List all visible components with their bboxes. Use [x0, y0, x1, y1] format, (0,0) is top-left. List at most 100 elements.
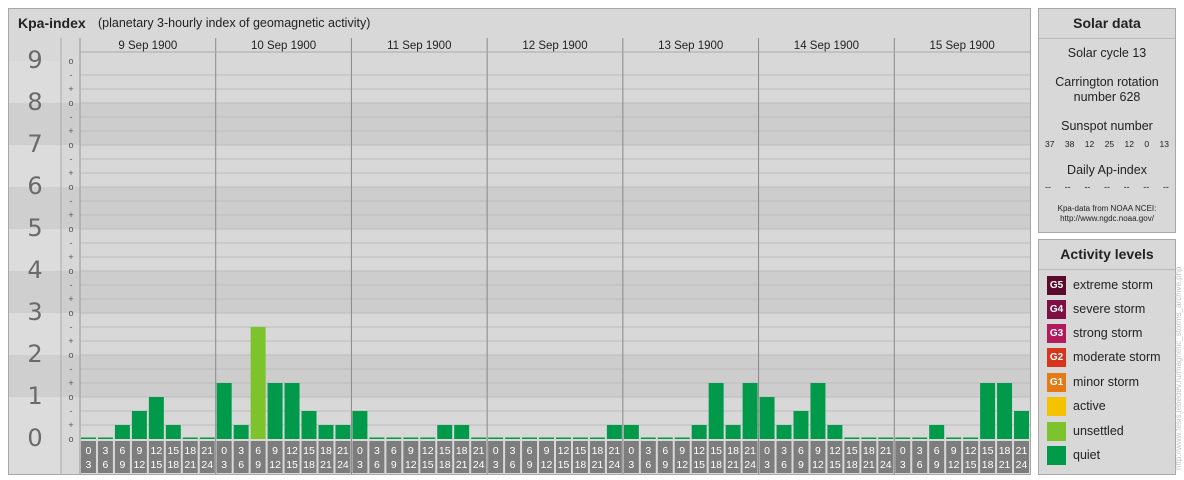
hour-start-label: 0	[221, 445, 227, 457]
hour-end-label: 9	[391, 459, 397, 471]
hour-start-label: 9	[136, 445, 142, 457]
hour-start-label: 9	[951, 445, 957, 457]
ap-value: --	[1103, 182, 1110, 192]
hour-start-label: 9	[679, 445, 685, 457]
y-tick-label: 8	[27, 88, 42, 116]
kp-band	[9, 271, 1030, 313]
ap-value: --	[1162, 182, 1169, 192]
hour-start-label: 6	[662, 445, 668, 457]
kp-bar	[1014, 410, 1029, 439]
kp-bar	[980, 383, 996, 439]
hour-start-label: 21	[473, 445, 485, 457]
kp-bar	[997, 383, 1013, 439]
chart-title: Kpa-index	[18, 15, 86, 31]
day-label: 14 Sep 1900	[794, 40, 859, 52]
hour-end-label: 12	[541, 459, 553, 471]
hour-end-label: 21	[727, 459, 739, 471]
ap-value: --	[1045, 182, 1051, 192]
day-label: 15 Sep 1900	[930, 40, 995, 52]
kp-bar	[606, 425, 622, 439]
kp-bar	[640, 437, 656, 439]
kp-bar	[318, 425, 334, 439]
y-minor-tick: -	[70, 112, 73, 122]
level-label: moderate storm	[1073, 350, 1161, 364]
y-tick-label: 4	[27, 256, 42, 284]
hour-start-label: 6	[391, 445, 397, 457]
hour-start-label: 18	[320, 445, 332, 457]
kp-bar	[844, 437, 860, 439]
sunspot-value: 38	[1064, 139, 1075, 149]
y-tick-label: 3	[27, 298, 42, 326]
level-label: extreme storm	[1073, 278, 1153, 292]
y-minor-tick: o	[68, 98, 73, 108]
y-minor-tick: +	[68, 252, 73, 262]
hour-end-label: 24	[1016, 459, 1028, 471]
hour-end-label: 21	[592, 459, 604, 471]
hour-end-label: 24	[337, 459, 349, 471]
hour-start-label: 21	[201, 445, 213, 457]
hour-end-label: 24	[473, 459, 485, 471]
kp-band	[9, 145, 1030, 187]
kp-bar	[522, 437, 538, 439]
level-swatch: G3	[1047, 323, 1066, 343]
kp-bar	[437, 425, 453, 439]
hour-end-label: 3	[357, 459, 363, 471]
level-g2: G2 moderate storm	[1047, 347, 1161, 367]
y-minor-tick: o	[68, 308, 73, 318]
y-minor-tick: o	[68, 434, 73, 444]
carrington-rotation-label: Carrington rotation	[1055, 75, 1159, 89]
level-label: unsettled	[1073, 424, 1124, 438]
ap-index-heading: Daily Ap-index	[1067, 163, 1147, 177]
hour-end-label: 18	[982, 459, 994, 471]
y-minor-tick: -	[70, 70, 73, 80]
kp-bar	[912, 437, 928, 439]
level-g5: G5 extreme storm	[1047, 275, 1153, 295]
y-minor-tick: +	[68, 84, 73, 94]
y-minor-tick: +	[68, 378, 73, 388]
ap-value: --	[1064, 182, 1071, 192]
kp-bar	[505, 437, 521, 439]
hour-end-label: 3	[86, 459, 92, 471]
level-active: active	[1047, 396, 1106, 416]
kp-bar	[623, 425, 639, 439]
hour-end-label: 12	[948, 459, 960, 471]
hour-start-label: 9	[272, 445, 278, 457]
hour-start-label: 18	[999, 445, 1011, 457]
kp-bar	[725, 425, 741, 439]
hour-end-label: 15	[829, 459, 841, 471]
hour-end-label: 15	[286, 459, 298, 471]
y-minor-tick: -	[70, 322, 73, 332]
kpa-chart: 0123456789o+-o+-o+-o+-o+-o+-o+-o+-o+-o9 …	[9, 38, 1030, 474]
kp-bar	[878, 437, 894, 439]
kp-band	[9, 313, 1030, 355]
hour-end-label: 12	[405, 459, 417, 471]
hour-end-label: 6	[781, 459, 787, 471]
kp-bar	[556, 437, 571, 439]
level-swatch	[1047, 396, 1066, 416]
kp-bar	[810, 383, 826, 439]
level-swatch: G5	[1047, 275, 1066, 295]
hour-start-label: 12	[422, 445, 434, 457]
watermark-url: http://www.tesis.lebedev.ru/magnetic_sto…	[1174, 266, 1183, 470]
hour-end-label: 9	[662, 459, 668, 471]
hour-start-label: 18	[592, 445, 604, 457]
kpa-chart-panel: 0 1 2 3 4 5 6 7 8 9 o + - o + - o + - o + - o + - o + - o + - o + - o + - o 9 …	[8, 8, 1031, 475]
hour-end-label: 12	[134, 459, 146, 471]
kp-bar	[929, 425, 945, 439]
kp-bar	[589, 437, 605, 439]
y-tick-label: 2	[27, 340, 42, 368]
hour-start-label: 15	[439, 445, 451, 457]
y-minor-tick: +	[68, 126, 73, 136]
hour-end-label: 3	[628, 459, 634, 471]
kp-bar	[759, 397, 775, 439]
y-minor-tick: -	[70, 406, 73, 416]
y-tick-label: 9	[27, 46, 42, 74]
hour-start-label: 3	[645, 445, 651, 457]
hour-start-label: 0	[86, 445, 92, 457]
hour-start-label: 9	[815, 445, 821, 457]
kp-bar	[895, 437, 911, 439]
hour-start-label: 3	[238, 445, 244, 457]
hour-end-label: 18	[439, 459, 451, 471]
hour-start-label: 21	[880, 445, 892, 457]
kp-bar	[742, 383, 758, 439]
